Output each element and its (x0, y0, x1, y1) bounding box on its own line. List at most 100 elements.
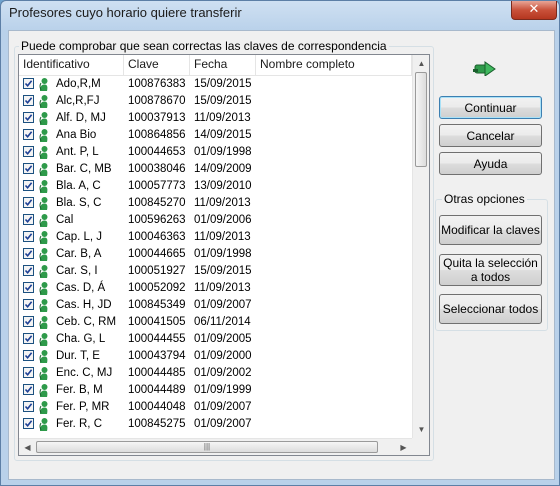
cell-nombre (260, 110, 410, 127)
table-row[interactable]: Bar. C, MB 100038046 14/09/2009 (19, 161, 412, 178)
cell-clave: 100845349 (128, 299, 186, 311)
table-row[interactable]: Cas. D, Á 100052092 11/09/2013 (19, 280, 412, 297)
table-row[interactable]: Alc,R,FJ 100878670 15/09/2015 (19, 93, 412, 110)
vertical-scrollbar[interactable]: ▲ ▼ (412, 55, 429, 438)
cell-clave: 100876383 (128, 78, 186, 90)
row-checkbox[interactable] (23, 146, 34, 157)
row-checkbox[interactable] (23, 95, 34, 106)
row-checkbox[interactable] (23, 248, 34, 259)
row-checkbox[interactable] (23, 231, 34, 242)
cancelar-button[interactable]: Cancelar (439, 124, 542, 147)
cell-clave: 100044653 (128, 146, 186, 158)
cell-clave: 100044455 (128, 333, 186, 345)
table-row[interactable]: Cha. G, L 100044455 01/09/2005 (19, 331, 412, 348)
row-checkbox[interactable] (23, 367, 34, 378)
table-row[interactable]: Bla. A, C 100057773 13/09/2010 (19, 178, 412, 195)
column-header-clave[interactable]: Clave (124, 55, 190, 75)
table-row[interactable]: Ana Bio 100864856 14/09/2015 (19, 127, 412, 144)
scroll-right-icon[interactable]: ▶ (395, 439, 412, 455)
cell-fecha: 01/09/2007 (194, 299, 252, 311)
quitar-seleccion-button[interactable]: Quita la selección a todos (439, 254, 542, 286)
cell-fecha: 13/09/2010 (194, 180, 252, 192)
cell-fecha: 11/09/2013 (194, 197, 251, 209)
column-header-nombre[interactable]: Nombre completo (256, 55, 412, 75)
row-checkbox[interactable] (23, 265, 34, 276)
vertical-scroll-thumb[interactable] (415, 72, 427, 167)
cell-identificativo: Ant. P, L (56, 146, 99, 158)
cell-fecha: 01/09/1998 (194, 146, 252, 158)
table-row[interactable]: Ado,R,M 100876383 15/09/2015 (19, 76, 412, 93)
cell-fecha: 11/09/2013 (194, 282, 251, 294)
modificar-claves-button[interactable]: Modificar la claves (439, 215, 542, 245)
row-checkbox[interactable] (23, 384, 34, 395)
row-checkbox[interactable] (23, 333, 34, 344)
table-row[interactable]: Ant. P, L 100044653 01/09/1998 (19, 144, 412, 161)
table-row[interactable]: Bla. S, C 100845270 11/09/2013 (19, 195, 412, 212)
cell-identificativo: Fer. P, MR (56, 401, 110, 413)
cell-nombre (260, 229, 410, 246)
list-header: Identificativo Clave Fecha Nombre comple… (19, 55, 429, 76)
column-header-identificativo[interactable]: Identificativo (19, 55, 124, 75)
column-header-fecha[interactable]: Fecha (190, 55, 256, 75)
cell-fecha: 01/09/1998 (194, 248, 252, 260)
scroll-left-icon[interactable]: ◀ (19, 439, 36, 455)
table-row[interactable]: Car. S, I 100051927 15/09/2015 (19, 263, 412, 280)
horizontal-scroll-thumb[interactable]: ||| (36, 441, 378, 453)
cell-clave: 100046363 (128, 231, 186, 243)
table-row[interactable]: Enc. C, MJ 100044485 01/09/2002 (19, 365, 412, 382)
scroll-down-icon[interactable]: ▼ (413, 421, 429, 438)
horizontal-scrollbar[interactable]: ◀ ||| ▶ (19, 438, 412, 455)
table-row[interactable]: Cap. L, J 100046363 11/09/2013 (19, 229, 412, 246)
row-checkbox[interactable] (23, 78, 34, 89)
row-checkbox[interactable] (23, 299, 34, 310)
table-row[interactable]: Cal 100596263 01/09/2006 (19, 212, 412, 229)
cell-clave: 100845270 (128, 197, 186, 209)
table-row[interactable]: Ceb. C, RM 100041505 06/11/2014 (19, 314, 412, 331)
cell-nombre (260, 144, 410, 161)
row-checkbox[interactable] (23, 401, 34, 412)
row-checkbox[interactable] (23, 418, 34, 429)
cell-identificativo: Ado,R,M (56, 78, 101, 90)
row-checkbox[interactable] (23, 316, 34, 327)
other-options-label: Otras opciones (442, 192, 527, 206)
row-checkbox[interactable] (23, 180, 34, 191)
cell-clave: 100044489 (128, 384, 186, 396)
cell-fecha: 01/09/2007 (194, 418, 252, 430)
cell-fecha: 01/09/2007 (194, 401, 252, 413)
table-row[interactable]: Cas. H, JD 100845349 01/09/2007 (19, 297, 412, 314)
cell-identificativo: Alf. D, MJ (56, 112, 106, 124)
teachers-list[interactable]: Identificativo Clave Fecha Nombre comple… (18, 54, 430, 456)
table-row[interactable]: Alf. D, MJ 100037913 11/09/2013 (19, 110, 412, 127)
cell-clave: 100044048 (128, 401, 186, 413)
row-checkbox[interactable] (23, 214, 34, 225)
cell-nombre (260, 263, 410, 280)
row-checkbox[interactable] (23, 282, 34, 293)
cell-nombre (260, 297, 410, 314)
row-checkbox[interactable] (23, 112, 34, 123)
cell-identificativo: Alc,R,FJ (56, 95, 100, 107)
row-checkbox[interactable] (23, 163, 34, 174)
row-checkbox[interactable] (23, 197, 34, 208)
cell-nombre (260, 76, 410, 93)
table-row[interactable]: Car. B, A 100044665 01/09/1998 (19, 246, 412, 263)
close-button[interactable]: ✕ (511, 1, 557, 20)
scroll-up-icon[interactable]: ▲ (413, 55, 429, 72)
table-row[interactable]: Dur. T, E 100043794 01/09/2000 (19, 348, 412, 365)
cell-identificativo: Cas. H, JD (56, 299, 112, 311)
ayuda-button[interactable]: Ayuda (439, 152, 542, 175)
continuar-button[interactable]: Continuar (439, 96, 542, 119)
table-row[interactable]: Fer. P, MR 100044048 01/09/2007 (19, 399, 412, 416)
cell-clave: 100051927 (128, 265, 186, 277)
table-row[interactable]: Fer. B, M 100044489 01/09/1999 (19, 382, 412, 399)
cell-identificativo: Car. B, A (56, 248, 102, 260)
cell-identificativo: Enc. C, MJ (56, 367, 113, 379)
table-row[interactable]: Fer. R, C 100845275 01/09/2007 (19, 416, 412, 433)
seleccionar-todos-button[interactable]: Seleccionar todos (439, 294, 542, 324)
cell-clave: 100041505 (128, 316, 186, 328)
cell-clave: 100845275 (128, 418, 186, 430)
cell-nombre (260, 416, 410, 433)
row-checkbox[interactable] (23, 350, 34, 361)
cell-clave: 100044665 (128, 248, 186, 260)
row-checkbox[interactable] (23, 129, 34, 140)
cell-fecha: 01/09/1999 (194, 384, 252, 396)
